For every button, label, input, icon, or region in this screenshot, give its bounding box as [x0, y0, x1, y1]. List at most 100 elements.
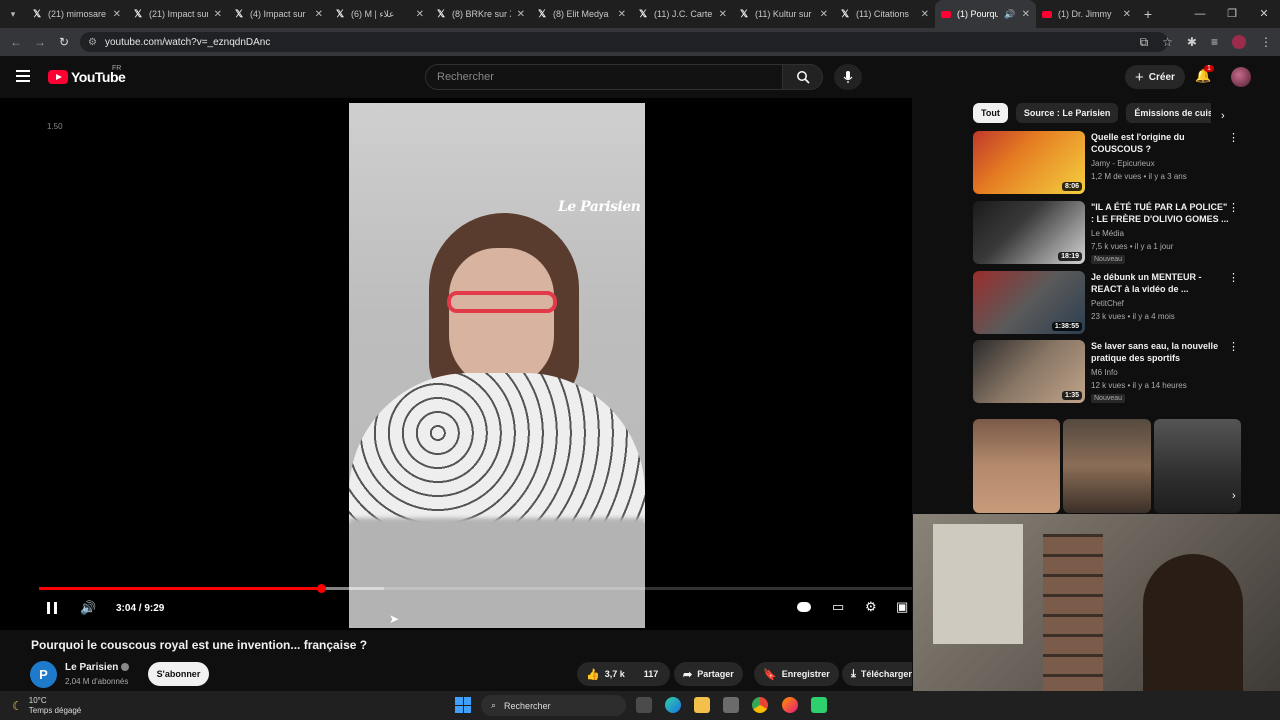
tab-audio-icon[interactable]: 🔊: [1004, 9, 1015, 20]
tab-close-icon[interactable]: ✕: [113, 9, 121, 20]
video-thumbnail[interactable]: 8:06: [973, 131, 1085, 194]
chevron-right-icon[interactable]: ›: [1221, 110, 1225, 122]
tab-close-icon[interactable]: ✕: [921, 9, 929, 20]
back-button[interactable]: ←: [4, 35, 28, 49]
browser-tab[interactable]: 𝕏 (21) mimosare ✕: [26, 0, 127, 28]
profile-avatar[interactable]: [1232, 35, 1246, 49]
minimize-button[interactable]: —: [1184, 0, 1216, 28]
video-thumbnail[interactable]: 1:38:55: [973, 271, 1085, 334]
browser-tab[interactable]: 𝕏 (11) Citations ✕: [834, 0, 935, 28]
scrubber-handle[interactable]: [317, 584, 327, 593]
channel-name[interactable]: Le Parisien: [65, 662, 130, 673]
browser-tab[interactable]: (1) Pourqu 🔊 ✕: [935, 0, 1036, 28]
recommended-title[interactable]: "IL A ÉTÉ TUÉ PAR LA POLICE" : LE FRÈRE …: [1091, 201, 1231, 225]
channel-avatar[interactable]: P: [30, 661, 57, 688]
maximize-button[interactable]: ❐: [1216, 0, 1248, 28]
new-tab-button[interactable]: +: [1137, 6, 1159, 22]
file-explorer-icon[interactable]: [694, 697, 710, 713]
search-input[interactable]: Rechercher: [425, 64, 783, 90]
recommended-channel[interactable]: Le Média: [1091, 229, 1124, 238]
download-button[interactable]: ⤓ Télécharger: [842, 662, 912, 686]
recommended-title[interactable]: Se laver sans eau, la nouvelle pratique …: [1091, 340, 1231, 364]
tab-close-icon[interactable]: ✕: [1022, 9, 1030, 20]
youtube-logo[interactable]: YouTube FR: [48, 65, 126, 85]
browser-tab[interactable]: 𝕏 (11) Kultur sur ✕: [733, 0, 834, 28]
more-options-icon[interactable]: ⋮: [1228, 201, 1239, 214]
short-thumbnail[interactable]: [973, 419, 1061, 513]
comment-count[interactable]: 117: [644, 669, 659, 679]
short-thumbnail[interactable]: [1063, 419, 1151, 513]
taskbar-search[interactable]: ⌕ Rechercher: [481, 695, 626, 716]
edge-icon[interactable]: [665, 697, 681, 713]
reload-button[interactable]: ↻: [52, 35, 76, 49]
thumbs-up-icon[interactable]: 👍: [586, 668, 600, 681]
browser-tab[interactable]: 𝕏 (21) Impact sur ✕: [127, 0, 228, 28]
tab-close-icon[interactable]: ✕: [517, 9, 525, 20]
recommended-title[interactable]: Je débunk un MENTEUR - REACT à la vidéo …: [1091, 271, 1231, 295]
video-thumbnail[interactable]: 1:35: [973, 340, 1085, 403]
share-button[interactable]: ➦ Partager: [674, 662, 743, 686]
pause-icon[interactable]: [47, 602, 57, 614]
chrome-icon[interactable]: [752, 697, 768, 713]
settings-gear-icon[interactable]: ⚙: [865, 599, 877, 615]
more-options-icon[interactable]: ⋮: [1228, 340, 1239, 353]
recommended-channel[interactable]: PetitChef: [1091, 299, 1124, 308]
bookmark-star-icon[interactable]: ☆: [1162, 35, 1173, 49]
more-options-icon[interactable]: ⋮: [1228, 271, 1239, 284]
browser-tab[interactable]: 𝕏 (8) BRKre sur X ✕: [430, 0, 531, 28]
forward-button[interactable]: →: [28, 35, 52, 49]
recommended-video[interactable]: 8:06 Quelle est l'origine du COUSCOUS ? Ja…: [973, 131, 1241, 195]
browser-tab[interactable]: (1) Dr. Jimmy ✕: [1036, 0, 1137, 28]
recommended-video[interactable]: 1:35 Se laver sans eau, la nouvelle prati…: [973, 340, 1241, 404]
video-player[interactable]: 1.50 Le Parisien 🔊 3:04 / 9:29 ▭ ⚙ ▣ ➤: [0, 98, 912, 630]
like-count[interactable]: 3,7 k: [605, 669, 625, 679]
create-button[interactable]: + Créer: [1125, 65, 1185, 89]
tab-close-icon[interactable]: ✕: [820, 9, 828, 20]
video-thumbnail[interactable]: 18:19: [973, 201, 1085, 264]
save-button[interactable]: 🔖 Enregistrer: [754, 662, 839, 686]
recommended-channel[interactable]: M6 Info: [1091, 368, 1118, 377]
browser-tab[interactable]: 𝕏 (11) J.C. Carter ✕: [632, 0, 733, 28]
recommended-channel[interactable]: Jamy - Epicurieux: [1091, 159, 1155, 168]
windows-start-icon[interactable]: [455, 697, 471, 713]
site-info-icon[interactable]: ⚙: [88, 37, 97, 48]
recommended-video[interactable]: 18:19 "IL A ÉTÉ TUÉ PAR LA POLICE" : LE F…: [973, 201, 1241, 265]
close-window-button[interactable]: ✕: [1248, 0, 1280, 28]
video-frame[interactable]: Le Parisien: [349, 103, 645, 628]
tab-close-icon[interactable]: ✕: [416, 9, 424, 20]
app-icon[interactable]: [811, 697, 827, 713]
extensions-icon[interactable]: ✱: [1187, 35, 1197, 49]
progress-bar[interactable]: [39, 584, 912, 593]
store-icon[interactable]: [723, 697, 739, 713]
tab-search-icon[interactable]: ▾: [0, 0, 26, 28]
browser-tab[interactable]: 𝕏 (8) Elit Medya ✕: [531, 0, 632, 28]
weather-widget[interactable]: ☾ 10°C Temps dégagé: [12, 696, 81, 716]
autoplay-toggle[interactable]: [797, 602, 811, 612]
search-button[interactable]: [783, 64, 823, 90]
notifications-bell-icon[interactable]: 🔔 1: [1195, 65, 1214, 84]
recommended-video[interactable]: 1:38:55 Je débunk un MENTEUR - REACT à la…: [973, 271, 1241, 335]
install-app-icon[interactable]: ⧉: [1140, 35, 1149, 50]
url-field[interactable]: ⚙ youtube.com/watch?v=_eznqdnDAnc: [80, 32, 1168, 52]
filter-chip[interactable]: Source : Le Parisien: [1015, 103, 1119, 123]
firefox-icon[interactable]: [782, 697, 798, 713]
voice-search-button[interactable]: [834, 64, 862, 90]
account-avatar[interactable]: [1231, 67, 1251, 87]
more-options-icon[interactable]: ⋮: [1228, 131, 1239, 144]
shorts-next-icon[interactable]: ›: [1232, 490, 1236, 502]
subscribe-button[interactable]: S'abonner: [148, 662, 209, 686]
tab-close-icon[interactable]: ✕: [1123, 9, 1131, 20]
tab-close-icon[interactable]: ✕: [315, 9, 323, 20]
browser-menu-icon[interactable]: ⋮: [1260, 35, 1272, 49]
miniplayer-icon[interactable]: ▣: [896, 599, 908, 615]
tab-close-icon[interactable]: ✕: [618, 9, 626, 20]
tab-close-icon[interactable]: ✕: [719, 9, 727, 20]
volume-icon[interactable]: 🔊: [80, 600, 96, 616]
browser-tab[interactable]: 𝕏 (4) Impact sur ✕: [228, 0, 329, 28]
subtitles-icon[interactable]: ▭: [832, 599, 844, 615]
menu-icon[interactable]: [16, 70, 30, 82]
short-thumbnail[interactable]: [1153, 419, 1241, 513]
filter-chip[interactable]: Émissions de cuisi: [1126, 103, 1211, 123]
tab-close-icon[interactable]: ✕: [214, 9, 222, 20]
task-view-icon[interactable]: [636, 697, 652, 713]
